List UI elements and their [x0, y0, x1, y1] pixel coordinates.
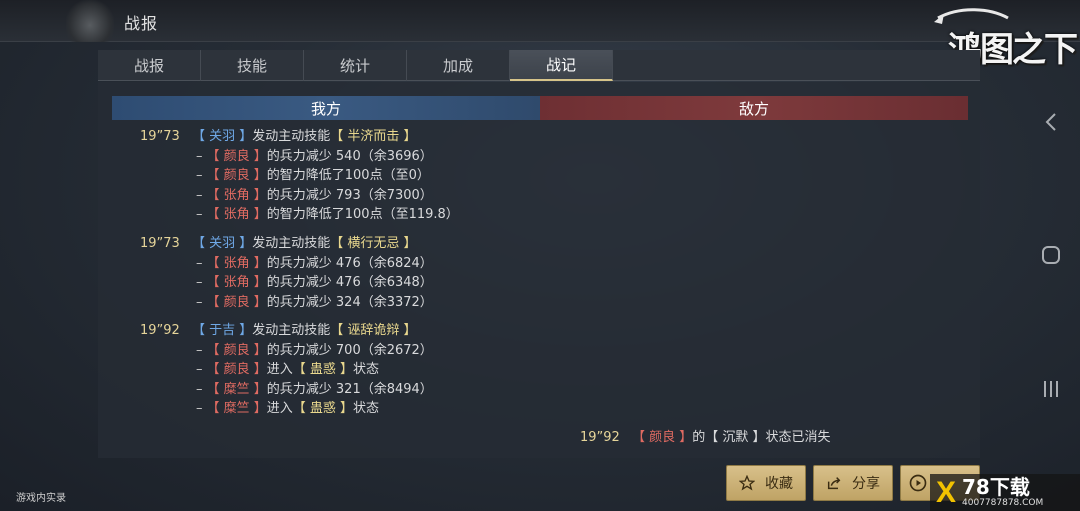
log-time: 19”92	[580, 430, 620, 445]
star-icon	[739, 475, 755, 491]
log-detail-text: 状态已消失	[765, 430, 831, 445]
log-detail-text: 的智力降低了100点（至119.8）	[266, 207, 459, 222]
log-time: 19”73	[140, 129, 180, 144]
log-detail-text: 的兵力减少 324（余3372）	[266, 295, 433, 310]
log-time: 19”92	[140, 323, 180, 338]
log-detail: – 【 糜竺 】的兵力减少 321（余8494）	[196, 382, 433, 397]
log-target: 【 颜良 】	[206, 295, 267, 310]
log-target: 【 糜竺 】	[206, 382, 267, 397]
log-target: 【 张角 】	[206, 207, 267, 222]
tab-statistics[interactable]: 统计	[304, 50, 407, 81]
log-action: 发动主动技能	[252, 129, 331, 144]
log-detail-text: 状态	[353, 362, 380, 377]
log-detail-text: 的【 沉默 】	[692, 430, 766, 445]
tab-skills[interactable]: 技能	[201, 50, 304, 81]
log-entry-enemy: 19”92 【 颜良 】的【 沉默 】状态已消失	[580, 429, 831, 447]
log-target: 【 颜良 】	[206, 362, 267, 377]
log-target: 【 张角 】	[206, 275, 267, 290]
log-detail: – 【 张角 】的兵力减少 476（余6824）	[196, 256, 433, 271]
watermark-url: 4007787878.COM	[962, 498, 1044, 508]
log-detail-text: 进入	[266, 401, 293, 416]
log-detail: – 【 颜良 】进入【 蛊惑 】状态	[196, 362, 380, 377]
log-detail: – 【 颜良 】的兵力减少 540（余3696）	[196, 149, 433, 164]
log-detail: – 【 张角 】的兵力减少 476（余6348）	[196, 275, 433, 290]
log-target: 【 颜良 】	[206, 149, 267, 164]
site-watermark: X 78下载 4007787878.COM	[930, 474, 1080, 511]
share-icon	[827, 477, 841, 490]
log-actor: 【 于吉 】	[192, 323, 253, 338]
log-detail: – 【 颜良 】的兵力减少 700（余2672）	[196, 343, 433, 358]
log-detail-text: 的兵力减少 540（余3696）	[266, 149, 433, 164]
log-detail: – 【 颜良 】的兵力减少 324（余3372）	[196, 295, 433, 310]
log-entry: 19”73 【 关羽 】发动主动技能【 半济而击 】	[140, 128, 417, 146]
enemy-side-header: 敌方	[540, 96, 968, 120]
log-action: 发动主动技能	[252, 323, 331, 338]
log-detail-text: 的兵力减少 321（余8494）	[266, 382, 433, 397]
log-target: 【 颜良 】	[206, 343, 267, 358]
watermark-x: X	[936, 475, 957, 509]
tab-bar: 战报 技能 统计 加成 战记	[98, 50, 980, 81]
log-detail: – 【 张角 】的智力降低了100点（至119.8）	[196, 207, 459, 222]
log-detail-text: 状态	[353, 401, 380, 416]
log-detail-text: 的兵力减少 793（余7300）	[266, 188, 433, 203]
log-time: 19”73	[140, 236, 180, 251]
log-target: 【 糜竺 】	[206, 401, 267, 416]
log-target: 【 张角 】	[206, 256, 267, 271]
tab-bonus[interactable]: 加成	[407, 50, 510, 81]
hero-portrait	[66, 0, 114, 42]
log-detail-text: 的兵力减少 700（余2672）	[266, 343, 433, 358]
log-target: 【 张角 】	[206, 188, 267, 203]
log-action: 发动主动技能	[252, 236, 331, 251]
log-skill: 【 诬辞诡辩 】	[330, 323, 417, 338]
log-detail-text: 进入	[266, 362, 293, 377]
play-icon	[909, 474, 927, 492]
favorite-label: 收藏	[765, 476, 793, 492]
watermark-brand: 78下载	[962, 475, 1030, 499]
log-state: 【 蛊惑 】	[292, 362, 354, 377]
share-label: 分享	[852, 476, 880, 492]
log-detail: – 【 张角 】的兵力减少 793（余7300）	[196, 188, 433, 203]
recording-watermark: 游戏内实录	[16, 493, 66, 504]
share-button[interactable]: 分享	[813, 465, 893, 501]
log-actor: 【 关羽 】	[192, 236, 253, 251]
log-skill: 【 半济而击 】	[330, 129, 417, 144]
nav-recents-icon[interactable]	[1036, 374, 1066, 404]
nav-back-icon[interactable]	[1036, 107, 1066, 137]
log-actor: 【 关羽 】	[192, 129, 253, 144]
log-detail-text: 的兵力减少 476（余6348）	[266, 275, 433, 290]
log-state: 【 蛊惑 】	[292, 401, 354, 416]
log-detail-text: 的兵力减少 476（余6824）	[266, 256, 433, 271]
log-detail-text: 的智力降低了100点（至0）	[266, 168, 430, 183]
log-target: 【 颜良 】	[206, 168, 267, 183]
log-detail: – 【 颜良 】的智力降低了100点（至0）	[196, 168, 430, 183]
our-side-header: 我方	[112, 96, 540, 120]
tab-battle-report[interactable]: 战报	[98, 50, 201, 81]
top-bar	[0, 0, 1080, 42]
page-title: 战报	[124, 14, 159, 33]
log-entry: 19”92 【 于吉 】发动主动技能【 诬辞诡辩 】	[140, 322, 417, 340]
nav-home-icon[interactable]	[1036, 240, 1066, 270]
log-detail: – 【 糜竺 】进入【 蛊惑 】状态	[196, 401, 380, 416]
tab-battle-log[interactable]: 战记	[510, 50, 613, 81]
log-target: 【 颜良 】	[632, 430, 693, 445]
favorite-button[interactable]: 收藏	[726, 465, 806, 501]
log-skill: 【 横行无忌 】	[330, 236, 417, 251]
log-entry: 19”73 【 关羽 】发动主动技能【 横行无忌 】	[140, 235, 417, 253]
